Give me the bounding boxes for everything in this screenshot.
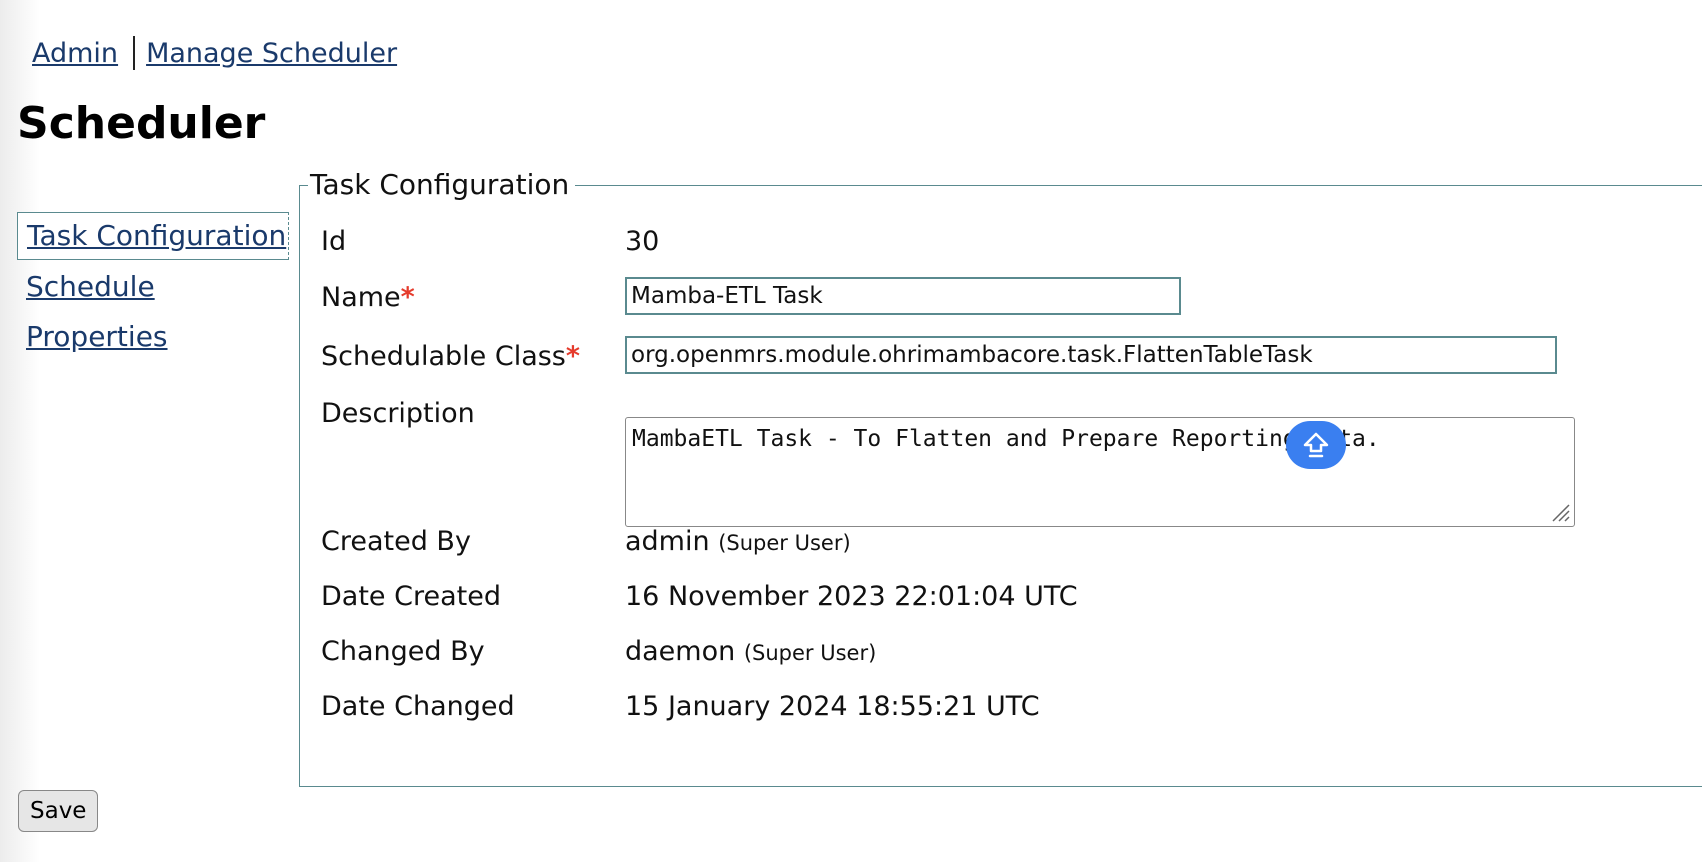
floating-upload-button[interactable] bbox=[1286, 421, 1346, 469]
schedulable-class-required-marker: * bbox=[565, 341, 580, 372]
name-label: Name* bbox=[321, 282, 415, 314]
created-by-role: (Super User) bbox=[718, 531, 851, 555]
breadcrumb-separator bbox=[133, 36, 136, 70]
side-nav: Task Configuration Schedule Properties bbox=[17, 212, 299, 360]
date-created-value: 16 November 2023 22:01:04 UTC bbox=[625, 581, 1078, 612]
changed-by-value: daemon (Super User) bbox=[625, 636, 876, 669]
breadcrumb: Admin Manage Scheduler bbox=[32, 36, 397, 70]
id-label: Id bbox=[321, 226, 347, 257]
description-textarea[interactable]: MambaETL Task - To Flatten and Prepare R… bbox=[625, 417, 1575, 527]
date-changed-value: 15 January 2024 18:55:21 UTC bbox=[625, 691, 1040, 722]
panel-legend: Task Configuration bbox=[308, 169, 576, 201]
created-by-value: admin (Super User) bbox=[625, 526, 851, 559]
upload-arrow-icon bbox=[1303, 432, 1329, 458]
save-button[interactable]: Save bbox=[18, 790, 99, 832]
name-required-marker: * bbox=[400, 282, 415, 313]
schedulable-class-label: Schedulable Class* bbox=[321, 341, 580, 373]
breadcrumb-admin-link[interactable]: Admin bbox=[32, 38, 118, 69]
side-nav-task-configuration[interactable]: Task Configuration bbox=[17, 212, 289, 260]
task-configuration-panel: Task Configuration Id 30 Name* Schedulab… bbox=[299, 169, 1702, 787]
side-nav-schedule[interactable]: Schedule bbox=[17, 264, 299, 310]
side-nav-properties[interactable]: Properties bbox=[17, 314, 299, 360]
created-by-label: Created By bbox=[321, 526, 471, 557]
changed-by-role: (Super User) bbox=[743, 641, 877, 665]
resize-grip-icon[interactable] bbox=[1549, 501, 1571, 523]
description-label: Description bbox=[321, 398, 475, 429]
name-input[interactable] bbox=[625, 277, 1181, 315]
schedulable-class-label-text: Schedulable Class bbox=[321, 341, 566, 372]
breadcrumb-manage-scheduler-link[interactable]: Manage Scheduler bbox=[146, 38, 397, 69]
changed-by-user: daemon bbox=[625, 636, 736, 667]
id-value: 30 bbox=[625, 226, 660, 257]
date-created-label: Date Created bbox=[321, 581, 501, 612]
changed-by-label: Changed By bbox=[321, 636, 485, 667]
page-title: Scheduler bbox=[17, 98, 266, 149]
created-by-user: admin bbox=[625, 526, 710, 557]
date-changed-label: Date Changed bbox=[321, 691, 515, 722]
name-label-text: Name bbox=[321, 282, 401, 313]
schedulable-class-input[interactable] bbox=[625, 336, 1557, 374]
